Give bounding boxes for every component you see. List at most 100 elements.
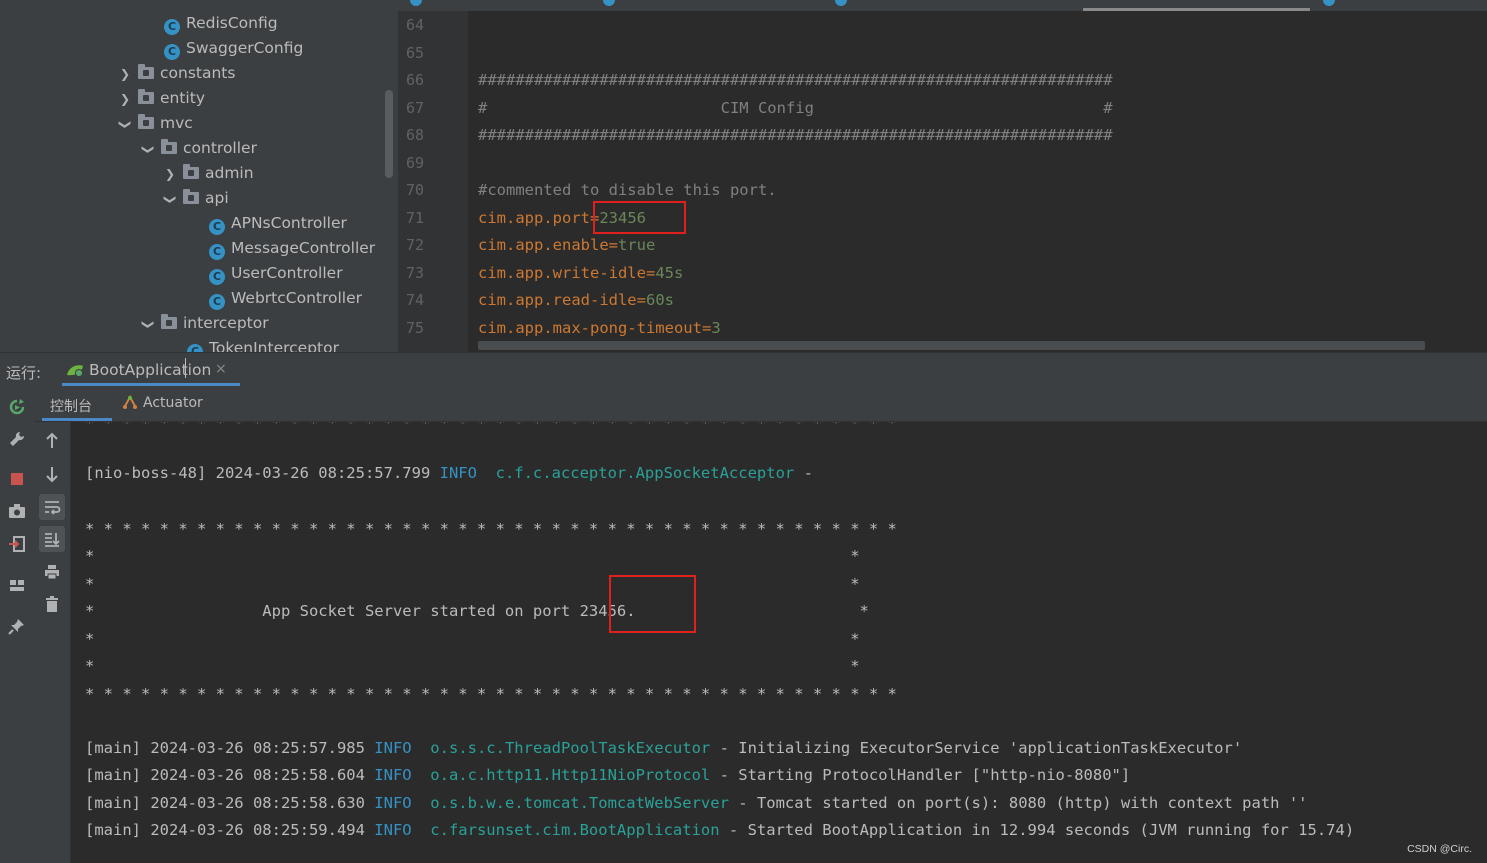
pin-icon[interactable] — [4, 613, 30, 639]
class-icon: C — [187, 344, 203, 352]
chevron-down-icon[interactable]: ❯ — [136, 143, 161, 157]
layout-icon[interactable] — [4, 572, 30, 598]
package-folder-icon — [138, 89, 154, 104]
tree-item-label: controller — [183, 139, 257, 157]
chevron-right-icon[interactable]: ❯ — [118, 87, 132, 112]
log-level: INFO — [374, 821, 412, 839]
tab-actuator[interactable]: Actuator — [122, 395, 203, 411]
code-line-property: cim.app.read-idle=60s — [478, 291, 674, 309]
console-log-line: [main] 2024-03-26 08:25:57.985 INFO o.s.… — [85, 739, 1242, 757]
property-value: 45s — [655, 264, 684, 282]
port-highlight-box — [593, 201, 686, 234]
arrow-up-icon[interactable] — [39, 428, 65, 454]
tab-console[interactable]: 控制台 — [50, 396, 92, 416]
login-icon[interactable] — [4, 531, 30, 557]
run-left-toolbar — [0, 388, 34, 863]
package-folder-icon — [183, 189, 199, 204]
line-number: 74 — [405, 291, 424, 309]
code-line-comment: ########################################… — [478, 126, 1113, 144]
chevron-down-icon[interactable]: ❯ — [158, 193, 183, 207]
log-logger: c.farsunset.cim.BootApplication — [430, 821, 720, 839]
tree-item-usercontroller[interactable]: C UserController — [209, 261, 343, 286]
tab-actuator-label: Actuator — [143, 395, 203, 411]
console-banner-border-partial: * * * * * * * * * * * * * * * * * * * * … — [85, 422, 897, 432]
log-logger: o.s.s.c.ThreadPoolTaskExecutor — [430, 739, 711, 757]
property-equals: = — [645, 264, 656, 282]
wrench-icon[interactable] — [4, 426, 30, 452]
chevron-down-icon[interactable]: ❯ — [136, 318, 161, 332]
run-tab-indicator — [62, 383, 240, 386]
rerun-icon[interactable] — [4, 394, 30, 420]
file-tab-icon — [1323, 0, 1335, 6]
stop-icon[interactable] — [4, 466, 30, 492]
log-level: INFO — [374, 794, 412, 812]
console-log-line: [main] 2024-03-26 08:25:58.630 INFO o.s.… — [85, 794, 1308, 812]
console-banner-border: * * * * * * * * * * * * * * * * * * * * … — [85, 520, 897, 538]
run-label: 运行: — [6, 364, 42, 382]
chevron-down-icon[interactable]: ❯ — [113, 118, 138, 132]
tree-item-webrtccontroller[interactable]: C WebrtcController — [209, 286, 362, 311]
editor-tab-strip — [398, 0, 1487, 11]
camera-icon[interactable] — [4, 498, 30, 524]
property-equals: = — [701, 319, 712, 337]
line-number: 65 — [405, 44, 424, 62]
close-icon[interactable]: × — [215, 361, 227, 377]
package-folder-icon — [161, 139, 177, 154]
code-line-property: cim.app.write-idle=45s — [478, 264, 683, 282]
tree-item-label: MessageController — [231, 239, 376, 257]
chevron-right-icon[interactable]: ❯ — [163, 162, 177, 187]
tree-item-controller[interactable]: ❯ controller — [141, 136, 257, 161]
tree-item-mvc[interactable]: ❯ mvc — [118, 111, 193, 136]
line-number: 72 — [405, 236, 424, 254]
print-icon[interactable] — [39, 559, 65, 585]
tree-item-label: APNsController — [231, 214, 347, 232]
line-number: 67 — [405, 99, 424, 117]
tree-item-messagecontroller[interactable]: C MessageController — [209, 236, 375, 261]
watermark: CSDN @Circ. — [1407, 843, 1472, 855]
tree-item-apnscontroller[interactable]: C APNsController — [209, 211, 347, 236]
property-equals: = — [636, 291, 646, 309]
arrow-down-icon[interactable] — [39, 461, 65, 487]
tree-item-swaggerconfig[interactable]: C SwaggerConfig — [164, 36, 303, 61]
trash-icon[interactable] — [39, 591, 65, 617]
tree-scrollbar[interactable] — [385, 90, 393, 178]
log-message: - Started BootApplication in 12.994 seco… — [719, 821, 1355, 839]
tree-item-api[interactable]: ❯ api — [163, 186, 229, 211]
code-line-comment: ########################################… — [478, 71, 1113, 89]
tree-item-label: RedisConfig — [186, 14, 278, 32]
chevron-right-icon[interactable]: ❯ — [118, 62, 132, 87]
log-message: - Starting ProtocolHandler ["http-nio-80… — [710, 766, 1131, 784]
tree-item-constants[interactable]: ❯ constants — [118, 61, 235, 86]
tree-item-admin[interactable]: ❯ admin — [163, 161, 254, 186]
console-output[interactable]: * * * * * * * * * * * * * * * * * * * * … — [71, 422, 1487, 863]
tree-item-label: interceptor — [183, 314, 269, 332]
log-logger: c.f.c.acceptor.AppSocketAcceptor — [495, 464, 795, 482]
log-prefix: [main] 2024-03-26 08:25:58.604 — [85, 766, 375, 784]
line-number: 73 — [405, 264, 424, 282]
tree-item-entity[interactable]: ❯ entity — [118, 86, 205, 111]
console-banner-empty: * * — [85, 657, 860, 675]
port-highlight-box — [609, 575, 696, 633]
tree-item-label: entity — [160, 89, 205, 107]
console-banner-empty: * * — [85, 575, 860, 593]
class-icon: C — [209, 219, 225, 235]
package-folder-icon — [183, 164, 199, 179]
log-logger: o.a.c.http11.Http11NioProtocol — [430, 766, 711, 784]
run-tab-label: BootApplication — [89, 361, 212, 379]
editor-horizontal-scrollbar[interactable] — [478, 341, 1425, 350]
tree-item-interceptor[interactable]: ❯ interceptor — [141, 311, 269, 336]
tree-item-label: admin — [205, 164, 254, 182]
property-key: cim.app.read-idle — [478, 291, 637, 309]
log-level: INFO — [374, 766, 412, 784]
tree-item-label: WebrtcController — [231, 289, 363, 307]
tree-item-tokeninterceptor[interactable]: C TokenInterceptor — [187, 336, 339, 352]
property-value: true — [618, 236, 656, 254]
console-banner-empty: * * — [85, 630, 860, 648]
tree-item-redisconfig[interactable]: C RedisConfig — [164, 11, 278, 36]
scroll-to-end-icon[interactable] — [39, 526, 65, 552]
soft-wrap-icon[interactable] — [39, 494, 65, 520]
code-line-property: cim.app.max-pong-timeout=3 — [478, 319, 721, 337]
code-editor[interactable]: 64 65 66 67 68 69 70 71 72 73 74 75 ####… — [398, 11, 1487, 352]
line-number: 71 — [405, 209, 424, 227]
project-tree[interactable]: C RedisConfig C SwaggerConfig ❯ constants ❯… — [0, 0, 398, 352]
